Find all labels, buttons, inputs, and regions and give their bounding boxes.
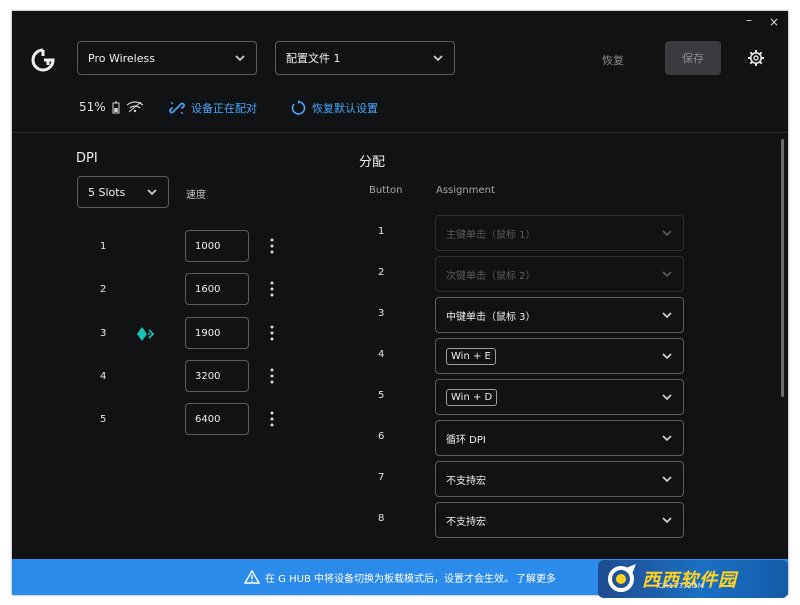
button-number: 6 bbox=[378, 431, 385, 442]
slots-select[interactable]: 5 Slots bbox=[77, 176, 169, 208]
reset-defaults-label: 恢复默认设置 bbox=[312, 102, 378, 115]
assignment-label: 不支持宏 bbox=[446, 516, 486, 528]
assignment-label: Win + D bbox=[446, 388, 661, 406]
dpi-section-title: DPI bbox=[76, 151, 98, 166]
column-header-assignment: Assignment bbox=[436, 185, 495, 196]
key-combo-chip: Win + D bbox=[446, 388, 498, 406]
wireless-signal-icon bbox=[126, 101, 144, 113]
header-divider bbox=[12, 132, 788, 133]
button-number: 4 bbox=[378, 349, 385, 360]
warning-icon bbox=[244, 570, 260, 584]
battery-status: 51% bbox=[79, 100, 144, 114]
assignment-select: 次键单击（鼠标 2） bbox=[435, 256, 684, 292]
battery-icon bbox=[112, 101, 120, 113]
assignment-row: 3 中键单击（鼠标 3） bbox=[12, 297, 782, 333]
assignment-label: 主键单击（鼠标 1） bbox=[446, 229, 536, 241]
chevron-down-icon bbox=[662, 517, 672, 524]
chevron-down-icon bbox=[662, 230, 672, 237]
assignment-select[interactable]: 不支持宏 bbox=[435, 461, 684, 497]
pairing-label: 设备正在配对 bbox=[191, 102, 257, 115]
assignment-select[interactable]: 中键单击（鼠标 3） bbox=[435, 297, 684, 333]
pairing-status[interactable]: 设备正在配对 bbox=[169, 100, 257, 116]
device-select-value: Pro Wireless bbox=[88, 51, 155, 65]
assignment-row: 4 Win + E bbox=[12, 338, 782, 374]
logitech-g-logo-icon bbox=[31, 48, 55, 72]
assignment-select[interactable]: Win + E bbox=[435, 338, 684, 374]
button-number: 2 bbox=[378, 267, 385, 278]
link-broken-icon bbox=[169, 101, 185, 115]
assignment-select[interactable]: Win + D bbox=[435, 379, 684, 415]
assignment-row: 2 次键单击（鼠标 2） bbox=[12, 256, 782, 292]
button-number: 1 bbox=[378, 226, 385, 237]
chevron-down-icon bbox=[662, 353, 672, 360]
chevron-down-icon bbox=[235, 55, 245, 62]
assignment-row: 5 Win + D bbox=[12, 379, 782, 415]
watermark-subtext: CR173.COM bbox=[658, 582, 705, 590]
chevron-down-icon bbox=[662, 476, 672, 483]
gear-icon[interactable] bbox=[747, 49, 765, 67]
device-select[interactable]: Pro Wireless bbox=[77, 41, 257, 75]
banner-message: 在 G HUB 中将设备切换为板载模式后，设置才会生效。 bbox=[265, 573, 514, 585]
assignment-label: 次键单击（鼠标 2） bbox=[446, 270, 536, 282]
save-button[interactable]: 保存 bbox=[665, 41, 721, 75]
button-number: 7 bbox=[378, 472, 385, 483]
assignment-select[interactable]: 不支持宏 bbox=[435, 502, 684, 538]
chevron-down-icon bbox=[662, 312, 672, 319]
battery-percent: 51% bbox=[79, 100, 106, 114]
assignment-label: 循环 DPI bbox=[446, 434, 486, 446]
assignment-row: 6 循环 DPI bbox=[12, 420, 782, 456]
chevron-down-icon bbox=[662, 271, 672, 278]
minimize-button[interactable]: – bbox=[746, 13, 752, 27]
restore-button[interactable]: 恢复 bbox=[602, 52, 624, 68]
learn-more-link[interactable]: 了解更多 bbox=[516, 570, 556, 585]
ghub-window: – × Pro Wireless 配置文件 1 恢复 保存 51% 设备正在配对… bbox=[12, 11, 788, 595]
assignment-row: 7 不支持宏 bbox=[12, 461, 782, 497]
chevron-down-icon bbox=[662, 435, 672, 442]
save-button-label: 保存 bbox=[682, 52, 704, 65]
reset-icon bbox=[291, 100, 306, 115]
assignment-label: Win + E bbox=[446, 347, 661, 365]
watermark-logo-icon bbox=[608, 564, 636, 592]
button-number: 8 bbox=[378, 513, 385, 524]
button-number: 5 bbox=[378, 390, 385, 401]
assignment-select[interactable]: 循环 DPI bbox=[435, 420, 684, 456]
assignments-section-title: 分配 bbox=[359, 155, 386, 170]
chevron-down-icon bbox=[147, 189, 157, 196]
chevron-down-icon bbox=[433, 55, 443, 62]
assignment-label: 不支持宏 bbox=[446, 475, 486, 487]
button-number: 3 bbox=[378, 308, 385, 319]
close-button[interactable]: × bbox=[769, 15, 779, 29]
assignment-label: 中键单击（鼠标 3） bbox=[446, 311, 536, 323]
assignment-row: 1 主键单击（鼠标 1） bbox=[12, 215, 782, 251]
chevron-down-icon bbox=[662, 394, 672, 401]
speed-label: 速度 bbox=[186, 190, 206, 201]
profile-select[interactable]: 配置文件 1 bbox=[275, 41, 455, 75]
slots-select-value: 5 Slots bbox=[88, 185, 126, 199]
key-combo-chip: Win + E bbox=[446, 347, 496, 365]
column-header-button: Button bbox=[369, 185, 403, 196]
assignment-select: 主键单击（鼠标 1） bbox=[435, 215, 684, 251]
assignment-row: 8 不支持宏 bbox=[12, 502, 782, 538]
profile-select-value: 配置文件 1 bbox=[286, 52, 341, 65]
reset-defaults-button[interactable]: 恢复默认设置 bbox=[290, 100, 378, 116]
site-watermark: 西西软件园 bbox=[598, 560, 788, 598]
